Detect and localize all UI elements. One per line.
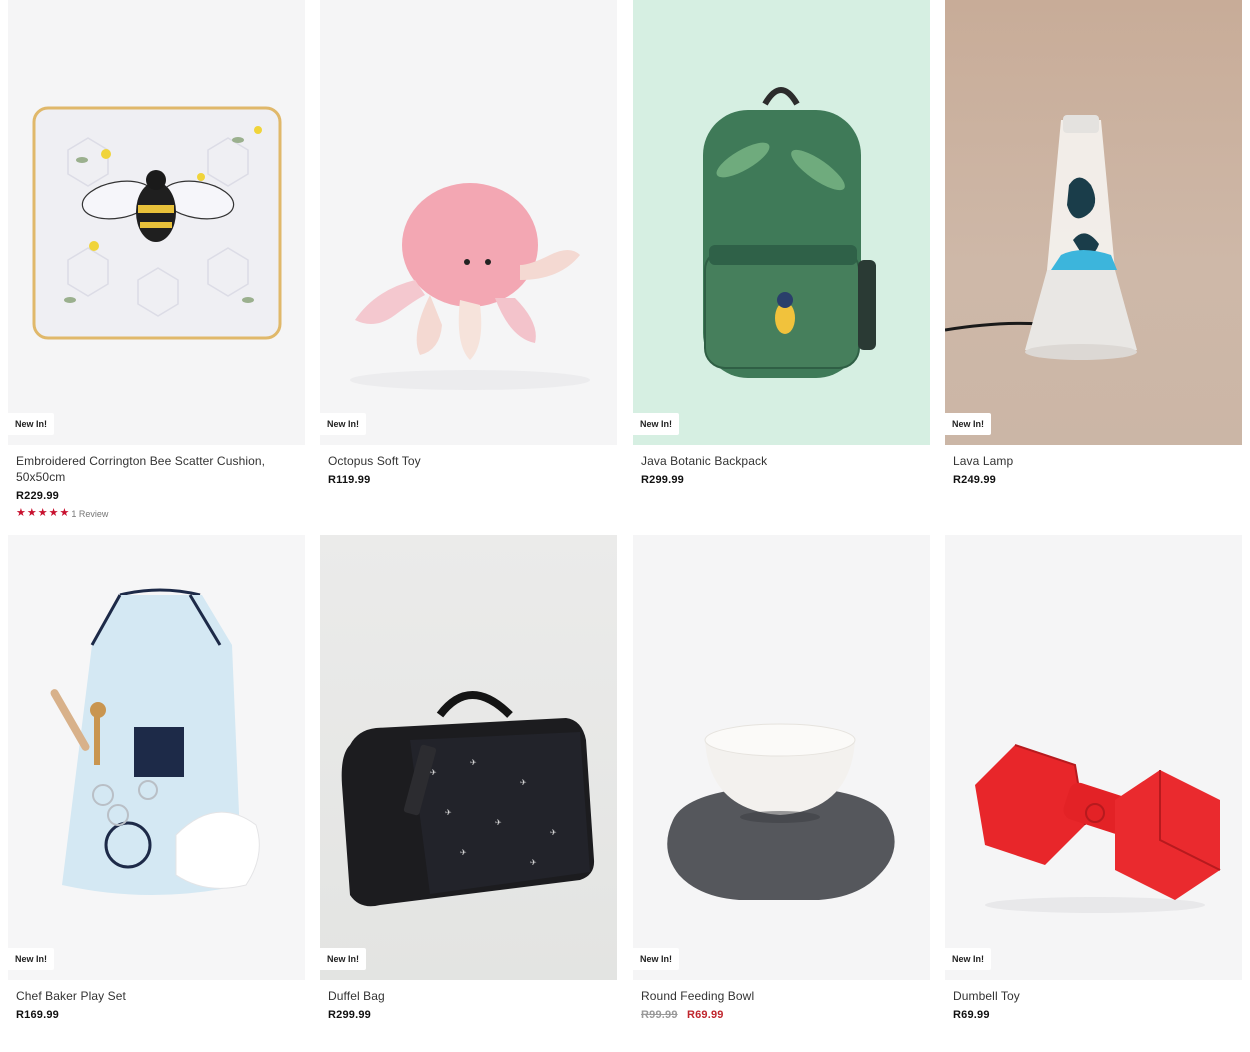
star-icon: ★: [59, 507, 70, 519]
product-card[interactable]: ✈ ✈ ✈ ✈ ✈ ✈ ✈ ✈ New In! Duffel Bag R299.99: [320, 535, 617, 1021]
new-in-badge: New In!: [945, 413, 992, 435]
product-price: R69.99: [953, 1009, 990, 1021]
new-in-badge: New In!: [633, 413, 680, 435]
product-image-bee-cushion[interactable]: New In!: [8, 0, 305, 445]
new-in-badge: New In!: [320, 948, 367, 970]
svg-text:✈: ✈: [470, 758, 477, 767]
svg-text:✈: ✈: [550, 828, 557, 837]
svg-text:✈: ✈: [530, 858, 537, 867]
new-in-badge: New In!: [8, 948, 55, 970]
new-in-badge: New In!: [8, 413, 55, 435]
product-title[interactable]: Dumbell Toy: [953, 988, 1234, 1004]
svg-text:✈: ✈: [445, 808, 452, 817]
product-price: R249.99: [953, 474, 996, 486]
product-card[interactable]: New In! Round Feeding Bowl R99.99 R69.99: [633, 535, 930, 1021]
svg-text:✈: ✈: [495, 818, 502, 827]
product-title[interactable]: Embroidered Corrington Bee Scatter Cushi…: [16, 453, 297, 485]
product-title[interactable]: Round Feeding Bowl: [641, 988, 922, 1004]
product-image-duffel-bag[interactable]: ✈ ✈ ✈ ✈ ✈ ✈ ✈ ✈ New In!: [320, 535, 617, 980]
product-price: R119.99: [328, 474, 371, 486]
product-title[interactable]: Lava Lamp: [953, 453, 1234, 469]
product-image-botanic-backpack[interactable]: New In!: [633, 0, 930, 445]
reviews-link[interactable]: 1 Review: [71, 509, 108, 519]
product-image-lava-lamp[interactable]: New In!: [945, 0, 1242, 445]
star-icon: ★: [37, 507, 48, 519]
new-in-badge: New In!: [633, 948, 680, 970]
product-card[interactable]: New In! Lava Lamp R249.99: [945, 0, 1242, 486]
product-title[interactable]: Chef Baker Play Set: [16, 988, 297, 1004]
product-price: R229.99: [16, 490, 59, 502]
product-image-octopus-toy[interactable]: New In!: [320, 0, 617, 445]
star-icon: ★: [16, 507, 26, 519]
product-image-chef-apron-set[interactable]: New In!: [8, 535, 305, 980]
product-title[interactable]: Octopus Soft Toy: [328, 453, 609, 469]
product-title[interactable]: Duffel Bag: [328, 988, 609, 1004]
product-rating: ★ ★ ★ ★ ★ 1 Review: [16, 508, 297, 519]
product-card[interactable]: New In! Dumbell Toy R69.99: [945, 535, 1242, 1021]
svg-text:✈: ✈: [460, 848, 467, 857]
new-in-badge: New In!: [945, 948, 992, 970]
product-card[interactable]: New In! Java Botanic Backpack R299.99: [633, 0, 930, 486]
product-card[interactable]: New In! Octopus Soft Toy R119.99: [320, 0, 617, 486]
product-image-feeding-bowl[interactable]: New In!: [633, 535, 930, 980]
star-icon: ★: [48, 507, 59, 519]
product-card[interactable]: New In! Embroidered Corrington Bee Scatt…: [8, 0, 305, 519]
new-in-badge: New In!: [320, 413, 367, 435]
svg-text:✈: ✈: [520, 778, 527, 787]
product-card[interactable]: New In! Chef Baker Play Set R169.99: [8, 535, 305, 1021]
product-image-dumbbell-toy[interactable]: New In!: [945, 535, 1242, 980]
original-price: R99.99: [641, 1009, 678, 1021]
sale-price: R69.99: [686, 1009, 724, 1021]
star-icon: ★: [26, 507, 37, 519]
product-price: R99.99 R69.99: [641, 1009, 922, 1021]
product-title[interactable]: Java Botanic Backpack: [641, 453, 922, 469]
product-price: R299.99: [641, 474, 684, 486]
product-price: R299.99: [328, 1009, 371, 1021]
product-price: R169.99: [16, 1009, 59, 1021]
